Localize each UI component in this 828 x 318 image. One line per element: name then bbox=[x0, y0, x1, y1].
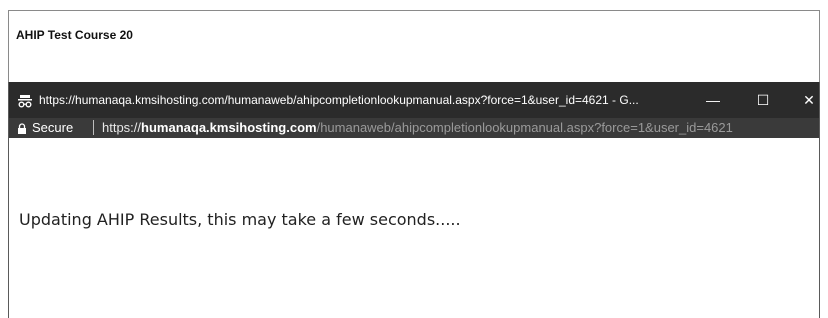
status-message: Updating AHIP Results, this may take a f… bbox=[19, 210, 461, 229]
popup-titlebar[interactable]: https://humanaqa.kmsihosting.com/humanaw… bbox=[9, 82, 819, 118]
address-url[interactable]: https://humanaqa.kmsihosting.com/humanaw… bbox=[102, 120, 733, 135]
url-path: /humanaweb/ahipcompletionlookupmanual.as… bbox=[316, 120, 733, 135]
address-separator bbox=[93, 120, 94, 135]
background-page-title-text: AHIP Test Course 20 bbox=[16, 28, 133, 42]
close-icon: ✕ bbox=[803, 91, 815, 108]
minimize-button[interactable]: — bbox=[693, 82, 733, 118]
background-page-title: AHIP Test Course 20 bbox=[16, 28, 152, 42]
popup-window-title: https://humanaqa.kmsihosting.com/humanaw… bbox=[39, 93, 639, 107]
url-host: humanaqa.kmsihosting.com bbox=[141, 120, 317, 135]
lock-icon bbox=[18, 123, 26, 134]
maximize-icon: ☐ bbox=[756, 91, 770, 108]
close-button[interactable]: ✕ bbox=[789, 82, 828, 118]
maximize-button[interactable]: ☐ bbox=[743, 82, 783, 118]
url-scheme: https:// bbox=[102, 120, 142, 135]
title-fade bbox=[144, 28, 152, 42]
address-bar[interactable]: Secure https://humanaqa.kmsihosting.com/… bbox=[9, 118, 819, 138]
popup-window: https://humanaqa.kmsihosting.com/humanaw… bbox=[8, 82, 820, 318]
secure-label: Secure bbox=[32, 120, 74, 135]
incognito-icon bbox=[18, 95, 32, 108]
minimize-icon: — bbox=[706, 92, 720, 108]
